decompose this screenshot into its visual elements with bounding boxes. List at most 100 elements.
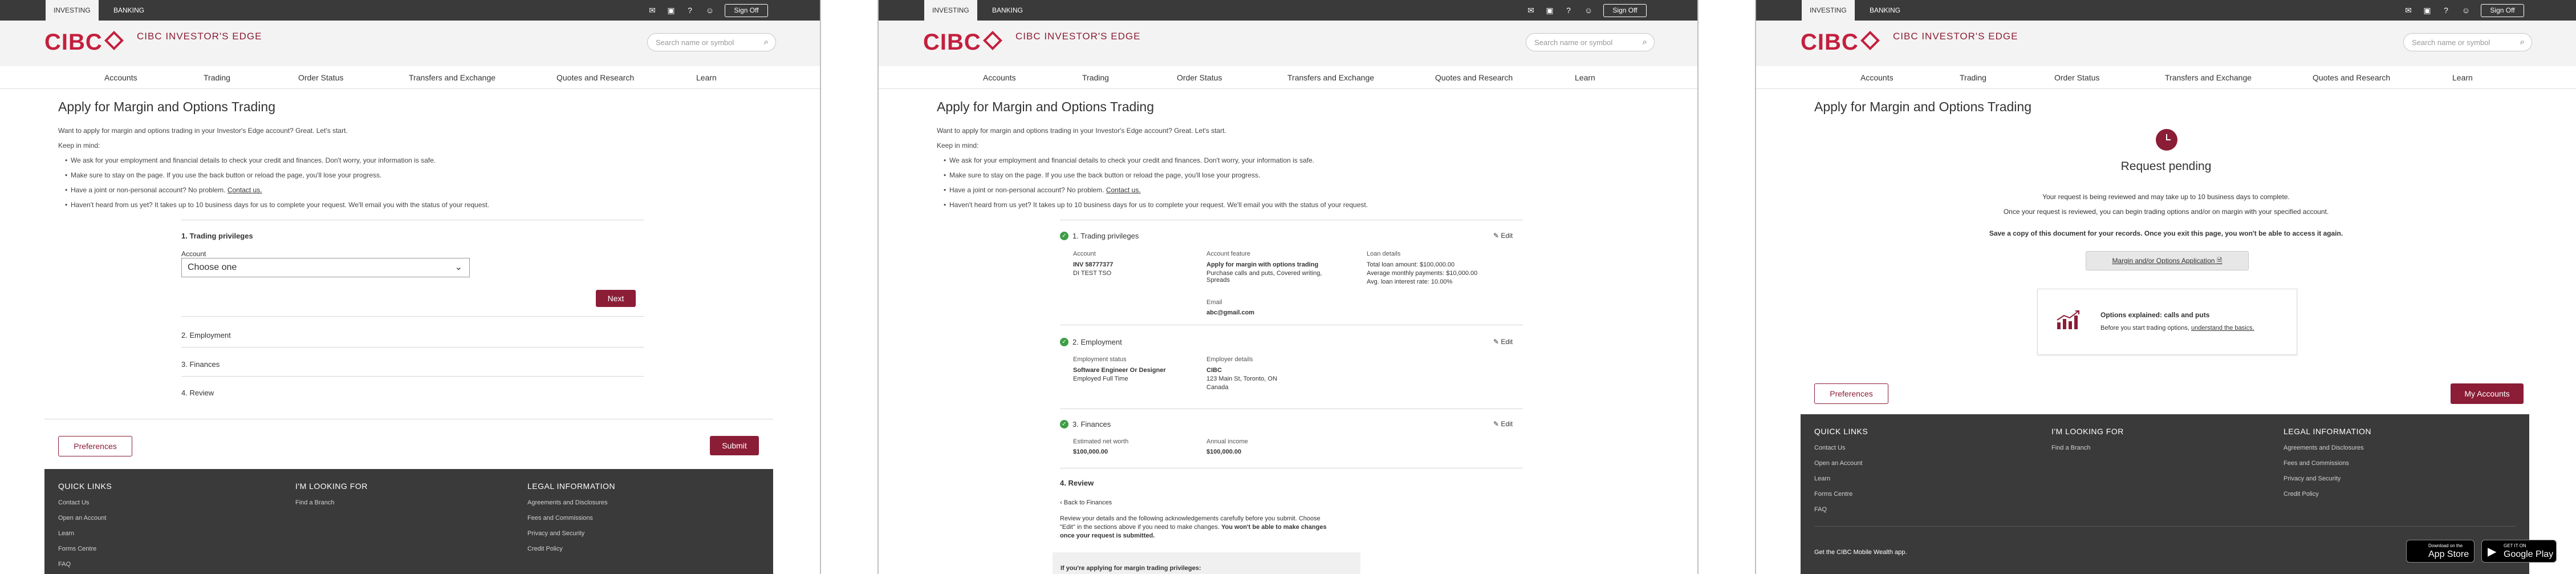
pending-title: Request pending [2120,160,2212,173]
footer-link[interactable]: Find a Branch [2051,444,2090,451]
search-input[interactable]: Search name or symbol ⌕ [1526,33,1655,51]
cibc-logo[interactable]: CIBC [923,30,1002,55]
edit-employment[interactable]: ✎ Edit [1493,338,1513,346]
footer-link[interactable]: Privacy and Security [2284,475,2341,482]
cibc-logo[interactable]: CIBC [44,30,124,55]
bullet-1: We ask for your employment and financial… [944,156,1314,164]
gift-icon[interactable]: ✉ [647,5,657,15]
edit-trading-privileges[interactable]: ✎ Edit [1493,232,1513,240]
step-employment: 2. Employment [181,331,231,339]
nav-order-status[interactable]: Order Status [1177,73,1222,82]
user-icon[interactable]: ☺ [705,5,715,15]
sign-off-button[interactable]: Sign Off [1603,4,1647,17]
user-icon[interactable]: ☺ [1583,5,1594,15]
preferences-button[interactable]: Preferences [1814,383,1888,404]
search-icon[interactable]: ⌕ [2520,37,2525,47]
my-accounts-button[interactable]: My Accounts [2451,383,2524,404]
back-to-finances-link[interactable]: ‹ Back to Finances [1060,499,1112,506]
loan-monthly: Average monthly payments: $10,000.00 [1367,270,1478,277]
google-play-badge[interactable]: ▶ GET IT ON Google Play [2481,540,2557,563]
footer-link[interactable]: Credit Policy [2284,491,2319,498]
app-promo-text: Get the CIBC Mobile Wealth app. [1814,549,1907,556]
footer-link[interactable]: Fees and Commissions [527,515,593,522]
footer-link[interactable]: Privacy and Security [527,530,584,537]
preferences-button[interactable]: Preferences [58,436,132,456]
search-icon[interactable]: ⌕ [764,37,769,47]
footer: QUICK LINKS Contact Us Open an Account L… [1801,414,2557,574]
account-select[interactable]: Choose one ⌄ [181,258,470,277]
tab-investing[interactable]: INVESTING [1802,0,1855,21]
nav-trading[interactable]: Trading [204,73,230,82]
pencil-icon: ✎ [1493,338,1501,346]
footer-link[interactable]: Agreements and Disclosures [527,499,608,506]
search-placeholder: Search name or symbol [1534,38,1613,47]
nav-trading[interactable]: Trading [1960,73,1986,82]
app-store-badge[interactable]: Download on the App Store [2406,540,2475,563]
tab-investing[interactable]: INVESTING [924,0,977,21]
download-application-button[interactable]: Margin and/or Options Application 🗎 [2086,251,2249,270]
screen-apply-review: INVESTING BANKING ✉ ▣ ? ☺ Sign Off CIBC … [877,0,1699,574]
nav-accounts[interactable]: Accounts [104,73,137,82]
edit-finances[interactable]: ✎ Edit [1493,420,1513,428]
net-worth-label: Estimated net worth [1073,438,1129,445]
nav-order-status[interactable]: Order Status [2054,73,2099,82]
footer-link[interactable]: Agreements and Disclosures [2284,444,2364,451]
footer-link[interactable]: Learn [58,530,74,537]
sign-off-button[interactable]: Sign Off [725,4,768,17]
sign-off-button[interactable]: Sign Off [2481,4,2524,17]
nav-quotes-research[interactable]: Quotes and Research [1435,73,1513,82]
footer-link[interactable]: Forms Centre [1814,491,1852,498]
nav-trading[interactable]: Trading [1082,73,1109,82]
tab-banking[interactable]: BANKING [984,0,1031,21]
footer-link[interactable]: Learn [1814,475,1830,482]
gift-icon[interactable]: ✉ [1526,5,1536,15]
tab-banking[interactable]: BANKING [105,0,152,21]
message-icon[interactable]: ▣ [2422,5,2432,15]
nav-transfers[interactable]: Transfers and Exchange [409,73,495,82]
nav-accounts[interactable]: Accounts [983,73,1016,82]
footer-link[interactable]: FAQ [1814,506,1827,513]
footer-link[interactable]: FAQ [58,561,71,568]
message-icon[interactable]: ▣ [666,5,676,15]
nav-order-status[interactable]: Order Status [298,73,343,82]
footer-link[interactable]: Contact Us [58,499,89,506]
understand-basics-link[interactable]: understand the basics. [2191,325,2254,332]
footer-link[interactable]: Forms Centre [58,545,96,552]
footer-link[interactable]: Contact Us [1814,444,1845,451]
nav-learn[interactable]: Learn [2452,73,2473,82]
search-placeholder: Search name or symbol [656,38,734,47]
nav-learn[interactable]: Learn [696,73,717,82]
nav-quotes-research[interactable]: Quotes and Research [2313,73,2390,82]
tab-banking[interactable]: BANKING [1862,0,1908,21]
cibc-logo[interactable]: CIBC [1801,30,1880,55]
help-icon[interactable]: ? [2441,5,2451,15]
search-input[interactable]: Search name or symbol ⌕ [2403,33,2532,51]
nav-transfers[interactable]: Transfers and Exchange [2165,73,2252,82]
contact-us-link[interactable]: Contact us. [1106,186,1141,194]
nav-transfers[interactable]: Transfers and Exchange [1287,73,1374,82]
search-icon[interactable]: ⌕ [1643,37,1647,47]
keep-in-mind: Keep in mind: [58,142,100,149]
nav-quotes-research[interactable]: Quotes and Research [556,73,634,82]
nav-accounts[interactable]: Accounts [1860,73,1894,82]
page-title: Apply for Margin and Options Trading [1814,99,2031,114]
help-icon[interactable]: ? [1563,5,1574,15]
next-button[interactable]: Next [596,290,636,307]
keep-in-mind: Keep in mind: [937,142,979,149]
footer-link[interactable]: Credit Policy [527,545,563,552]
submit-button[interactable]: Submit [710,436,759,455]
contact-us-link[interactable]: Contact us. [227,186,262,194]
search-input[interactable]: Search name or symbol ⌕ [647,33,776,51]
nav-learn[interactable]: Learn [1575,73,1595,82]
footer-link[interactable]: Find a Branch [295,499,334,506]
tab-investing[interactable]: INVESTING [46,0,99,21]
card-text: Before you start trading options, unders… [2100,325,2254,332]
footer-link[interactable]: Open an Account [1814,460,1862,467]
looking-for-heading: I'M LOOKING FOR [2051,427,2124,436]
user-icon[interactable]: ☺ [2461,5,2471,15]
message-icon[interactable]: ▣ [1545,5,1555,15]
footer-link[interactable]: Fees and Commissions [2284,460,2349,467]
help-icon[interactable]: ? [685,5,695,15]
footer-link[interactable]: Open an Account [58,515,106,522]
gift-icon[interactable]: ✉ [2403,5,2414,15]
